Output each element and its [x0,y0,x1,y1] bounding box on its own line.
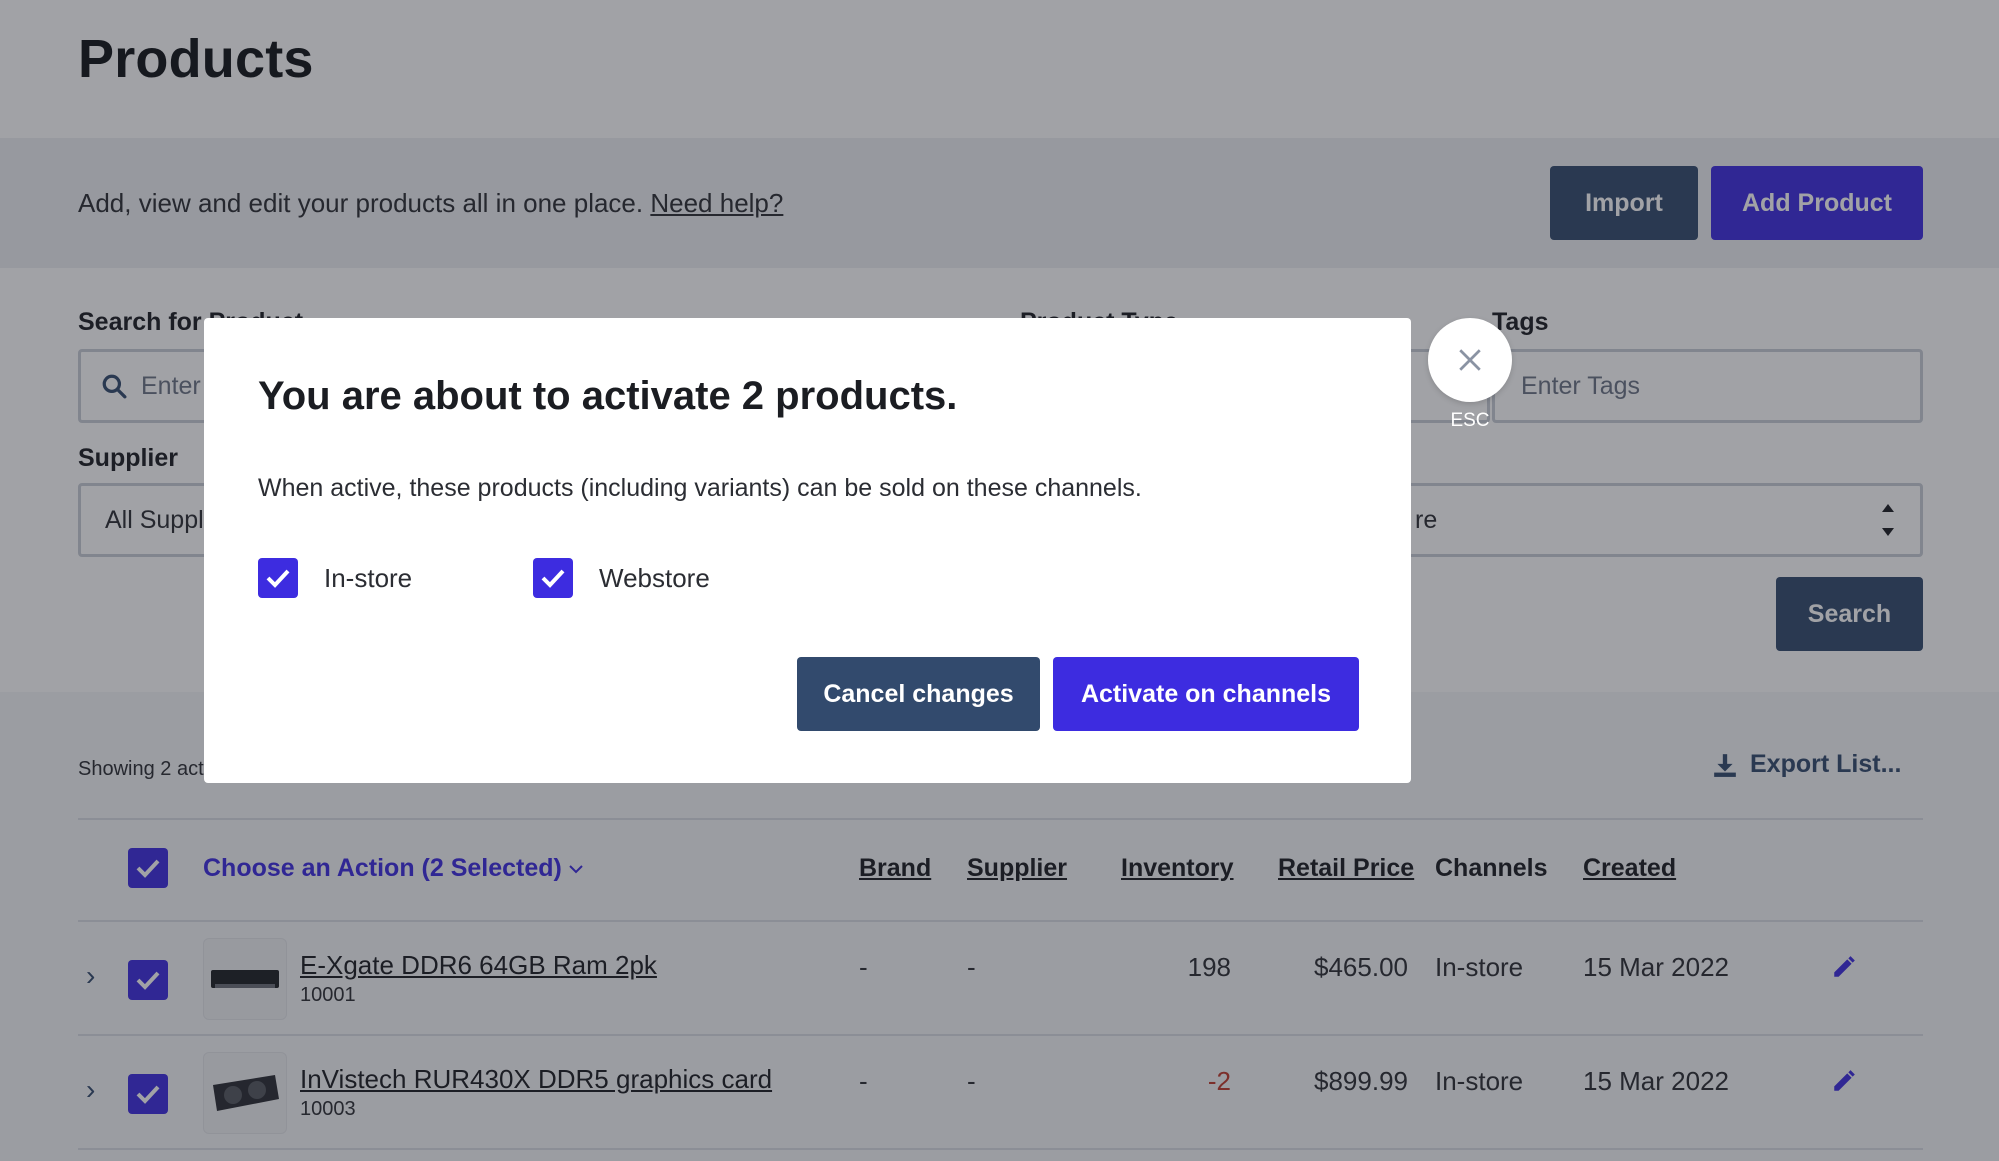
option-webstore[interactable]: Webstore [533,558,710,598]
close-icon [1459,349,1481,371]
dialog-title: You are about to activate 2 products. [258,374,958,418]
cancel-changes-button[interactable]: Cancel changes [797,657,1040,731]
activate-on-channels-button[interactable]: Activate on channels [1053,657,1359,731]
webstore-label: Webstore [599,562,710,593]
close-button[interactable] [1428,318,1512,402]
check-icon [541,569,565,588]
in-store-label: In-store [324,562,413,593]
in-store-checkbox[interactable] [258,558,298,598]
products-page: Products Add, view and edit your product… [0,0,1999,1161]
check-icon [266,569,290,588]
dialog-close: ESC [1428,318,1512,432]
esc-hint: ESC [1450,410,1490,431]
dialog-description: When active, these products (including v… [258,474,1142,502]
option-in-store[interactable]: In-store [258,558,412,598]
webstore-checkbox[interactable] [533,558,573,598]
activate-products-dialog: You are about to activate 2 products. Wh… [204,318,1411,783]
